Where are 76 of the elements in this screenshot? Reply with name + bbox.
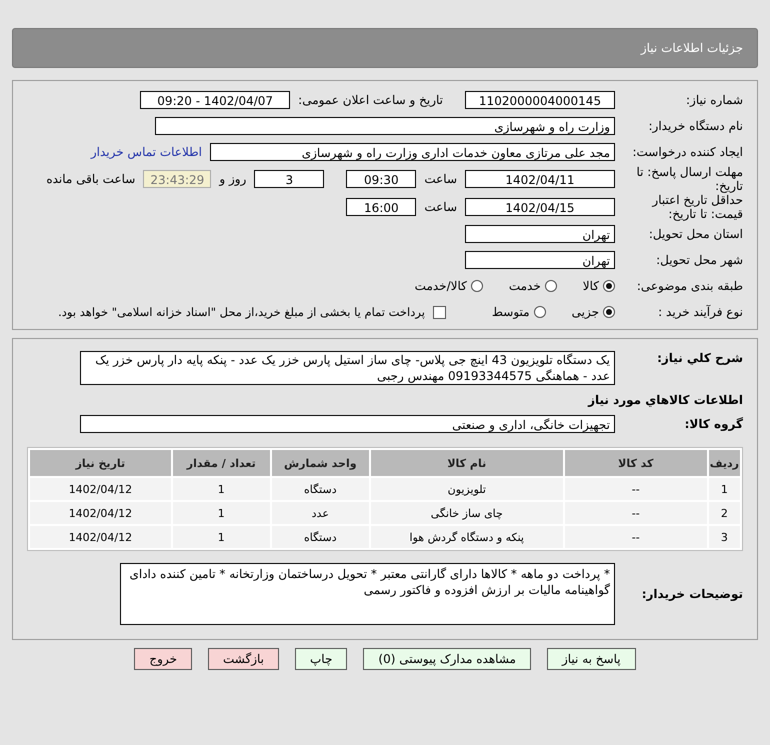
field-label: استان محل تحویل: bbox=[648, 227, 743, 241]
deadline-date-field: 1402/04/11 bbox=[465, 170, 615, 188]
province-field: تهران bbox=[465, 225, 615, 243]
field-label: گروه کالا: bbox=[684, 417, 743, 431]
field-label: شهر محل تحویل: bbox=[655, 253, 743, 267]
buyer-contact-link[interactable]: اطلاعات تماس خریدار bbox=[90, 145, 202, 159]
city-field: تهران bbox=[465, 251, 615, 269]
table-cell: 1 bbox=[708, 478, 740, 500]
announce-date-field: 1402/04/07 - 09:20 bbox=[140, 91, 290, 109]
section-heading: اطلاعات کالاهاي مورد نیاز bbox=[588, 392, 743, 409]
table-cell: 1402/04/12 bbox=[30, 526, 171, 548]
field-label: ساعت bbox=[424, 200, 457, 214]
table-cell: 1 bbox=[172, 526, 270, 548]
field-label: تاریخ و ساعت اعلان عمومی: bbox=[298, 93, 443, 107]
table-cell: 1 bbox=[172, 478, 270, 500]
remaining-time-field: 23:43:29 bbox=[143, 170, 212, 188]
field-label: ساعت باقی مانده bbox=[46, 172, 136, 186]
table-cell: عدد bbox=[272, 502, 369, 524]
requester-field: مجد علی مرتازی معاون خدمات اداری وزارت راه و شهرسازی bbox=[210, 143, 615, 161]
radio-icon[interactable] bbox=[603, 306, 615, 318]
table-cell: پنکه و دستگاه گردش هوا bbox=[370, 526, 563, 548]
table-cell: 1402/04/12 bbox=[30, 478, 171, 500]
column-header: تعداد / مقدار bbox=[172, 450, 270, 476]
column-header: کد کالا bbox=[564, 450, 707, 476]
table-cell: تلویزیون bbox=[370, 478, 563, 500]
column-header: تاریخ نیاز bbox=[30, 450, 171, 476]
need-number-field: 1102000004000145 bbox=[465, 91, 615, 109]
checkbox[interactable] bbox=[432, 306, 446, 318]
column-header: ردیف bbox=[708, 450, 740, 476]
field-label: نام دستگاه خریدار: bbox=[648, 119, 743, 133]
payment-option-text: پرداخت تمام یا بخشی از مبلغ خرید،از محل "اسناد خزانه اسلامی" خواهد بود. bbox=[58, 305, 425, 319]
notes-field: * پرداخت دو ماهه * کالاها دارای گارانتی معتبر * تحویل درساختمان وزارتخانه * تامین کننده دادای گواهینامه مالیات بر ارزش افزوده و فاکتور رسمی bbox=[120, 563, 615, 625]
table-cell: -- bbox=[564, 502, 707, 524]
action-button[interactable]: پاسخ به نیاز bbox=[546, 648, 636, 670]
field-label: حداقل تاریخ اعتبار قیمت: تا تاریخ: bbox=[650, 193, 743, 221]
radio-icon[interactable] bbox=[470, 280, 483, 292]
column-header: واحد شمارش bbox=[272, 450, 369, 476]
field-label: شماره نیاز: bbox=[685, 93, 743, 107]
table-cell: -- bbox=[564, 478, 707, 500]
goods-group-field: تجهیزات خانگی، اداری و صنعتی bbox=[80, 415, 615, 433]
radio-icon[interactable] bbox=[534, 306, 546, 318]
field-label: ساعت bbox=[424, 172, 457, 186]
radio-option[interactable]: جزیی bbox=[572, 305, 615, 319]
field-label: روز و bbox=[219, 172, 246, 186]
radio-icon[interactable] bbox=[544, 280, 557, 292]
table-cell: 2 bbox=[708, 502, 740, 524]
column-header: نام کالا bbox=[370, 450, 563, 476]
action-button[interactable]: چاپ bbox=[295, 648, 348, 670]
field-label: مهلت ارسال پاسخ: تا تاریخ: bbox=[635, 165, 743, 193]
deadline-time-field: 09:30 bbox=[346, 170, 416, 188]
table-cell: دستگاه bbox=[272, 478, 369, 500]
action-button[interactable]: خروج bbox=[134, 648, 192, 670]
field-label: طبقه بندی موضوعی: bbox=[636, 279, 743, 293]
field-label: نوع فرآیند خرید : bbox=[657, 305, 743, 319]
table-cell: چای ساز خانگی bbox=[370, 502, 563, 524]
table-cell: 1 bbox=[172, 502, 270, 524]
radio-option[interactable]: کالا/خدمت bbox=[414, 279, 483, 293]
validity-date-field: 1402/04/15 bbox=[465, 198, 615, 216]
radio-option[interactable]: خدمت bbox=[508, 279, 557, 293]
table-cell: دستگاه bbox=[272, 526, 369, 548]
radio-option[interactable]: کالا bbox=[582, 279, 615, 293]
table-cell: 3 bbox=[708, 526, 740, 548]
radio-icon[interactable] bbox=[603, 280, 615, 292]
description-field: یک دستگاه تلویزیون 43 اینچ جی پلاس- چای ساز استیل پارس خزر یک عدد - پنکه پایه دار پارس خزر یک عدد - هماهنگی 09193344575 مهندس رجبی bbox=[80, 351, 615, 385]
field-label: ایجاد کننده درخواست: bbox=[631, 145, 743, 159]
validity-time-field: 16:00 bbox=[346, 198, 416, 216]
action-button[interactable]: بازگشت bbox=[208, 648, 279, 670]
action-button[interactable]: مشاهده مدارک پیوستی (0) bbox=[363, 648, 531, 670]
page-title: جزئیات اطلاعات نیاز bbox=[640, 41, 743, 55]
buyer-field: وزارت راه و شهرسازی bbox=[155, 117, 615, 135]
field-label: توضیحات خریدار: bbox=[640, 586, 743, 601]
table-cell: 1402/04/12 bbox=[30, 502, 171, 524]
table-cell: -- bbox=[564, 526, 707, 548]
days-field: 3 bbox=[254, 170, 324, 188]
radio-option[interactable]: متوسط bbox=[492, 305, 546, 319]
field-label: شرح کلي نیاز: bbox=[656, 351, 743, 365]
